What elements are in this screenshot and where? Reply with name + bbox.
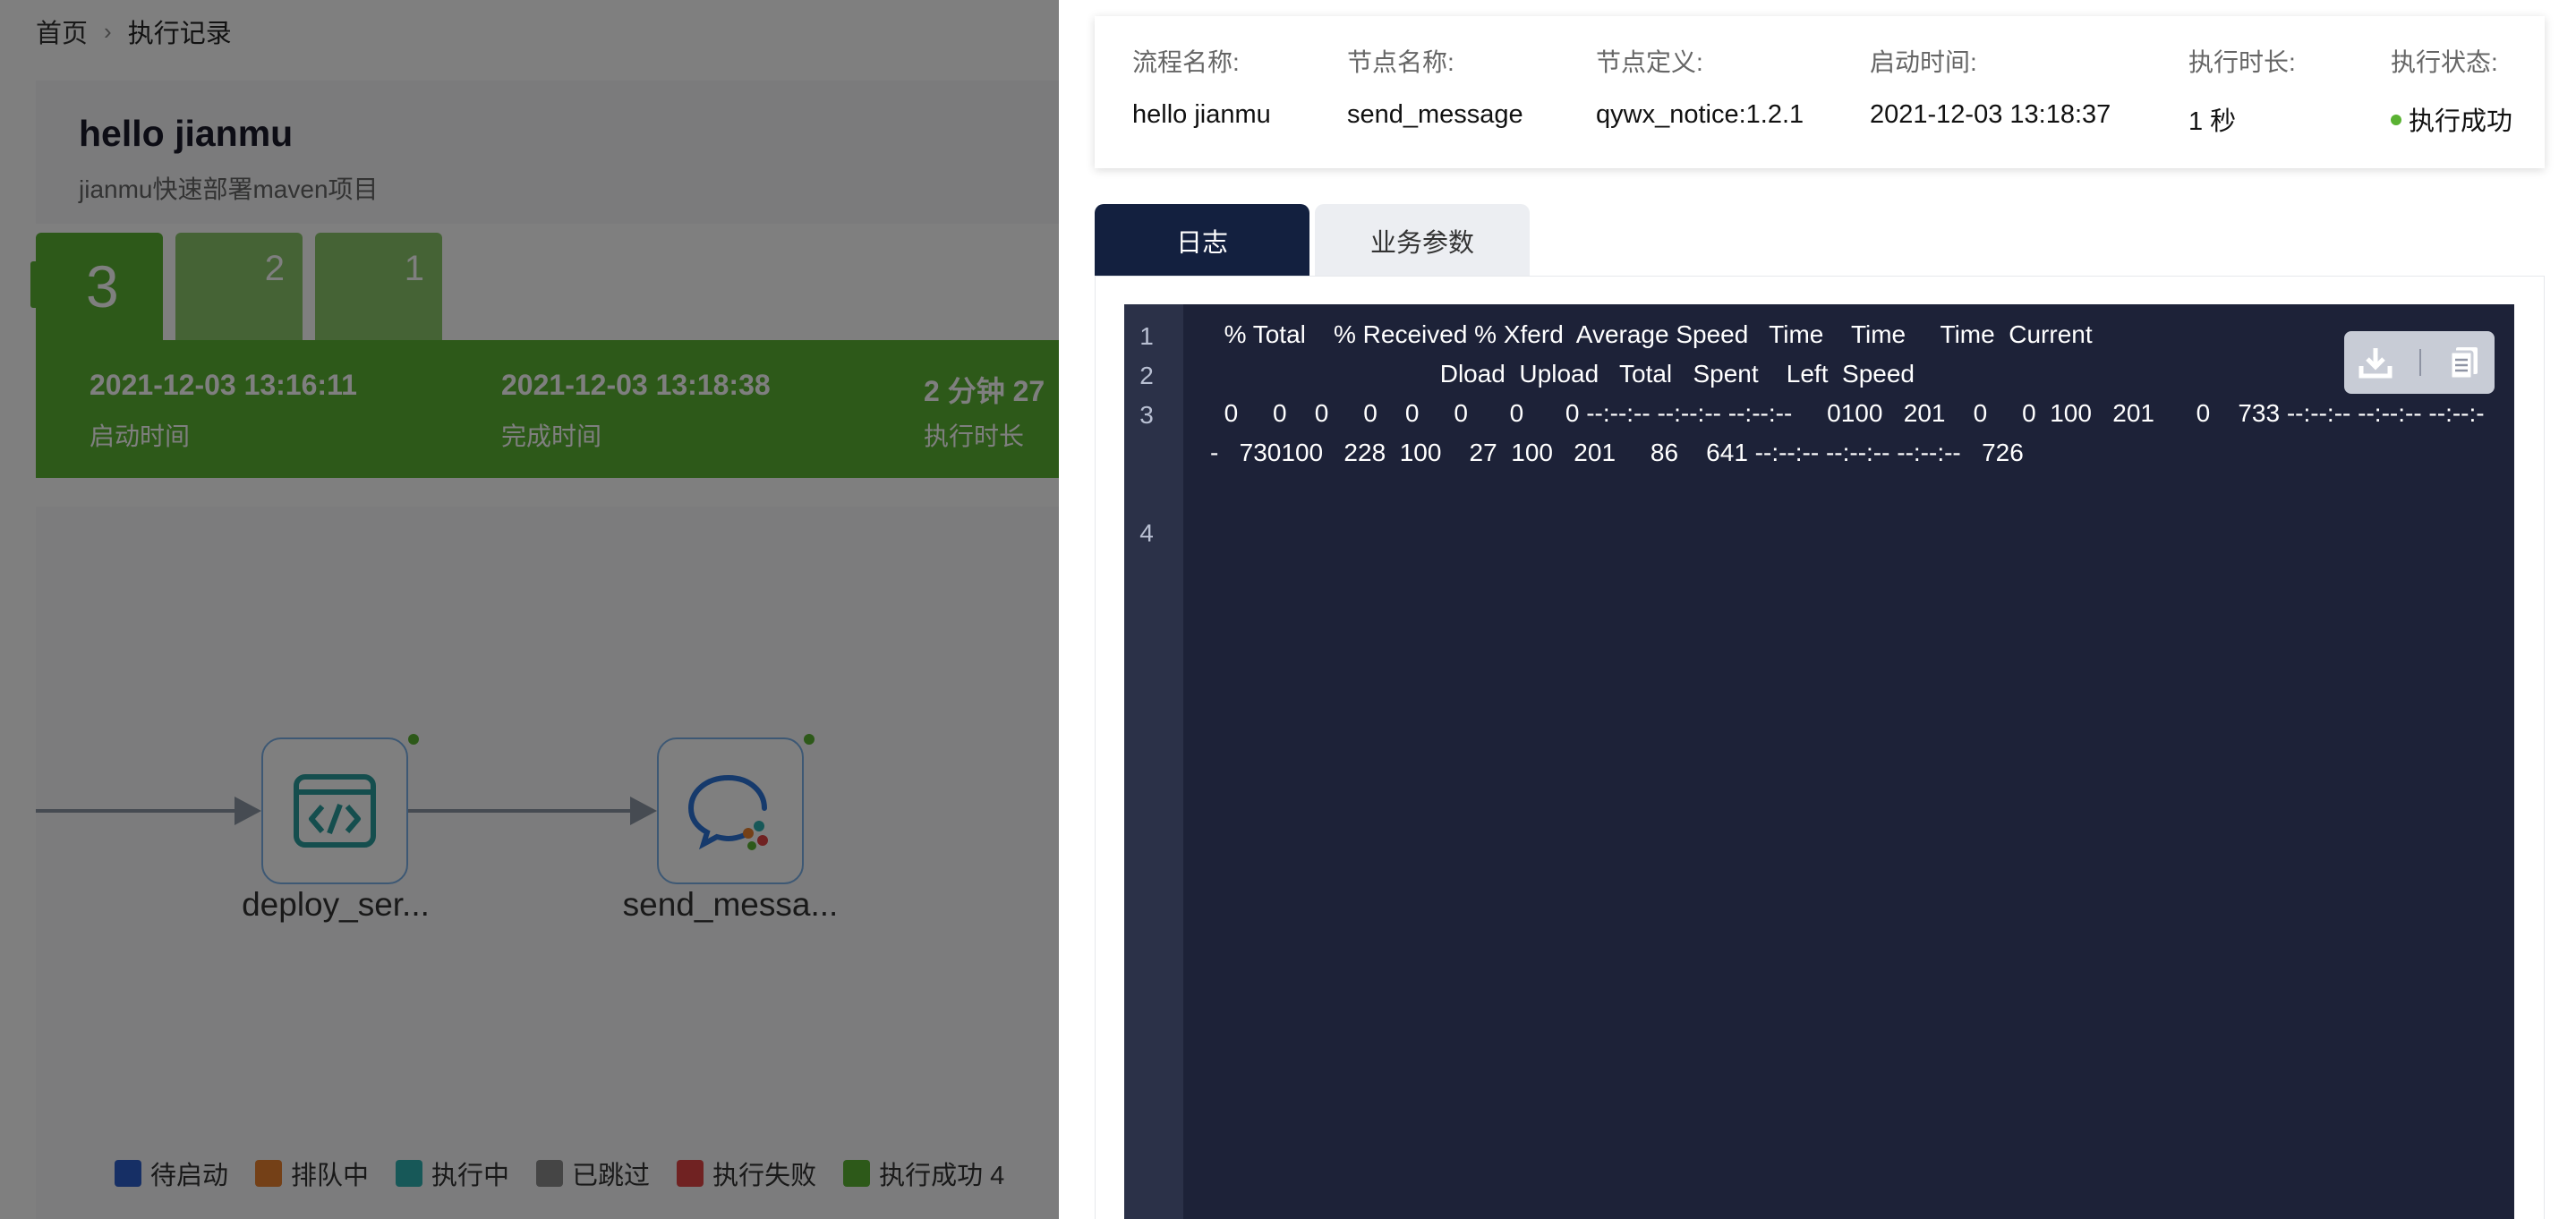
line-number: 3 [1139, 401, 1154, 429]
line-number: 1 [1139, 322, 1154, 350]
info-duration: 执行时长: 1 秒 [2188, 48, 2296, 136]
status-dot-icon [2391, 115, 2401, 126]
drawer-overlay[interactable] [0, 0, 1059, 1219]
log-viewer[interactable]: 1 % Total % Received % Xferd Average Spe… [1124, 304, 2514, 1219]
log-line: Dload Upload Total Spent Left Speed [1210, 360, 1915, 388]
info-status: 执行状态: 执行成功 [2391, 48, 2513, 136]
download-icon[interactable] [2358, 345, 2393, 380]
log-line: 0 0 0 0 0 0 0 0 --:--:-- --:--:-- --:--:… [1210, 399, 2485, 466]
line-number-gutter [1124, 304, 1183, 1219]
status-text: 执行成功 [2409, 107, 2513, 136]
log-toolbar [2344, 331, 2495, 394]
info-flow-name: 流程名称: hello jianmu [1132, 48, 1271, 129]
info-start-time: 启动时间: 2021-12-03 13:18:37 [1870, 48, 2111, 129]
log-line: % Total % Received % Xferd Average Speed… [1210, 320, 2093, 348]
info-node-name: 节点名称: send_message [1347, 48, 1523, 129]
info-node-def: 节点定义: qywx_notice:1.2.1 [1596, 48, 1804, 129]
tab-log[interactable]: 日志 [1095, 204, 1309, 277]
line-number: 4 [1139, 519, 1154, 547]
copy-icon[interactable] [2447, 345, 2481, 380]
line-number: 2 [1139, 362, 1154, 389]
node-info-card: 流程名称: hello jianmu 节点名称: send_message 节点… [1095, 16, 2545, 168]
tab-business-params[interactable]: 业务参数 [1315, 204, 1530, 277]
toolbar-divider [2418, 349, 2421, 376]
